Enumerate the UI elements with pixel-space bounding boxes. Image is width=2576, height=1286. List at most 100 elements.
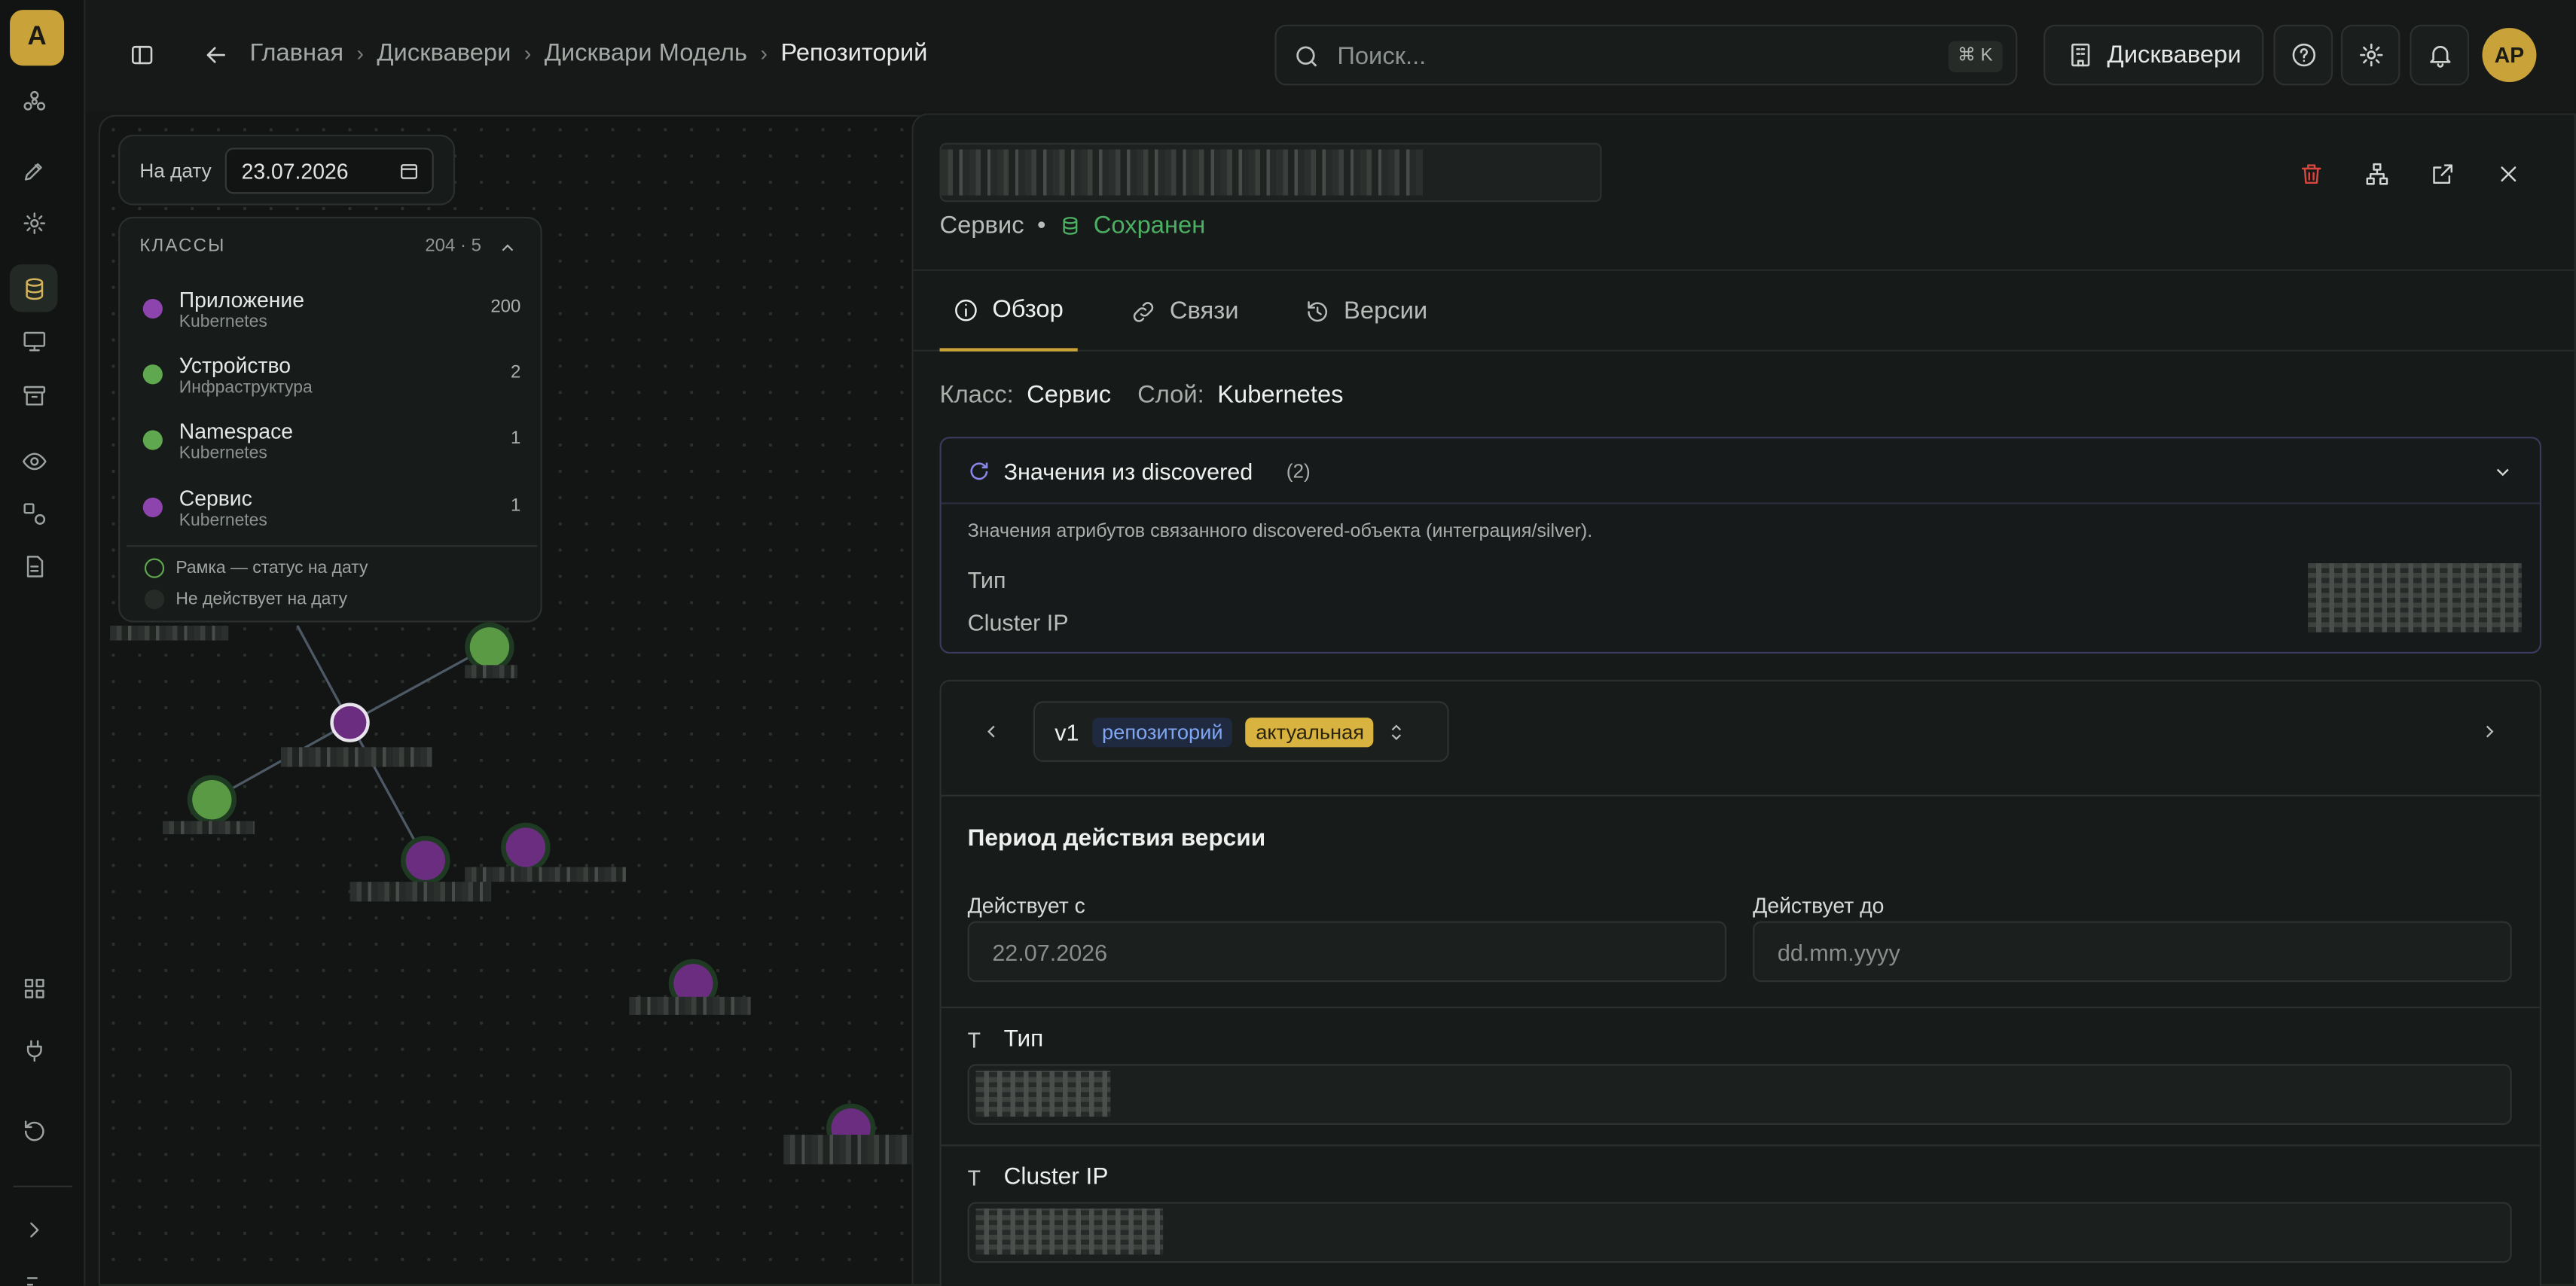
class-row[interactable]: Устройство Инфраструктура 2 [120,352,544,417]
class-row[interactable]: Сервис Kubernetes 1 [120,484,544,550]
tab-overview[interactable]: Обзор [939,271,1078,352]
chevron-right-icon[interactable] [2479,721,2500,742]
notifications-button[interactable] [2410,24,2470,86]
tabs: Обзор Связи Версии [913,269,2576,352]
chevron-up-icon[interactable] [498,238,517,258]
discovered-count: (2) [1286,459,1311,483]
shapes-icon[interactable] [10,489,57,537]
graph-node-device[interactable] [469,627,510,667]
layer-value: Kubernetes [1217,380,1344,410]
breadcrumb-discovery[interactable]: Дисквавери [377,39,511,67]
search-input[interactable]: Поиск... ⌘ K [1274,24,2018,86]
valid-to-placeholder: dd.mm.yyyy [1777,939,1900,966]
redacted-node-label [280,747,432,767]
document-icon[interactable] [10,542,57,590]
search-placeholder: Поиск... [1337,42,1427,71]
class-row[interactable]: Приложение Kubernetes 200 [120,285,544,351]
redacted-field-value [975,1071,1111,1117]
rail-divider [13,1185,72,1187]
class-row[interactable]: Namespace Kubernetes 1 [120,417,544,483]
user-settings-icon[interactable] [10,1258,57,1286]
grid-icon[interactable] [10,964,57,1011]
tab-versions[interactable]: Версии [1305,271,1427,352]
discovered-title: Значения из discovered [1003,458,1253,485]
sidebar-toggle-icon[interactable] [111,25,171,86]
detail-panel: Сервис • Сохранен Обзор Связи Версии Кла [911,113,2576,1286]
legend-status: Рамка — статус на дату [175,558,368,578]
calendar-icon[interactable] [399,161,419,181]
tab-overview-label: Обзор [992,295,1064,324]
database-icon[interactable] [10,264,58,312]
valid-to-label: Действует до [1753,893,1885,919]
chevron-left-icon[interactable] [981,721,1002,742]
workspace-button[interactable]: Дисквавери [2043,24,2264,86]
date-filter-value: 23.07.2026 [241,159,349,184]
gear-icon[interactable] [10,199,57,246]
class-layer-line: Класс: Сервис Слой: Kubernetes [940,381,1344,409]
hierarchy-button[interactable] [2359,156,2395,192]
version-card: v1 репозиторий актуальная Период действи… [939,679,2542,1286]
chevron-right-icon[interactable] [10,1205,57,1253]
pen-tool-icon[interactable] [10,146,57,194]
valid-to-field[interactable]: dd.mm.yyyy [1753,921,2512,983]
redacted-node-label [629,996,751,1015]
date-filter-label: На дату [139,159,212,183]
breadcrumb-discovery-model[interactable]: Дисквари Модель [545,39,747,67]
class-count: 1 [511,428,521,449]
redacted-title [941,149,1423,196]
class-count: 2 [511,363,521,383]
gear-icon [2358,43,2382,67]
plug-icon[interactable] [10,1026,57,1074]
breadcrumb-separator-icon: › [356,41,364,66]
presentation-icon[interactable] [10,317,57,364]
close-button[interactable] [2490,156,2526,192]
discovered-description: Значения атрибутов связанного discovered… [967,522,1593,542]
graph-node-namespace[interactable] [192,779,232,820]
redacted-node-label [110,625,229,641]
class-color-dot [142,497,163,518]
history-icon[interactable] [10,1107,57,1154]
back-arrow-icon[interactable] [188,25,243,86]
layer-label: Слой: [1137,380,1204,410]
search-shortcut: ⌘ K [1947,41,2003,72]
graph-node-application[interactable] [405,840,446,881]
eye-icon[interactable] [10,437,57,484]
valid-from-field[interactable]: 22.07.2026 [967,921,1727,983]
settings-button[interactable] [2340,24,2401,86]
redacted-node-label [349,882,492,902]
help-button[interactable] [2273,24,2333,86]
search-icon [1296,46,1317,67]
object-class: Сервис [939,212,1024,240]
hierarchy-icon [2366,163,2388,185]
app-logo[interactable]: A [10,10,65,66]
breadcrumb-home[interactable]: Главная [250,39,344,67]
tab-links[interactable]: Связи [1131,271,1239,352]
class-color-dot [142,298,163,319]
class-layer: Kubernetes [179,312,267,332]
field-type-input[interactable] [967,1064,2512,1125]
classes-legend: КЛАССЫ 204 · 5 Приложение Kubernetes 200… [118,216,544,623]
graph-icon[interactable] [10,78,57,125]
avatar[interactable]: AP [2482,28,2537,83]
delete-button[interactable] [2294,156,2330,192]
classes-count: 204 · 5 [425,236,482,257]
status-ring-icon [144,558,165,578]
field-cluster-ip-input[interactable] [967,1202,2512,1263]
refresh-icon [970,462,988,480]
status-badge: Сохранен [1093,212,1206,240]
field-type-label: Тип [1003,1026,1044,1053]
close-icon [2501,166,2516,182]
archive-icon[interactable] [10,371,57,419]
graph-node-service-selected[interactable] [330,702,370,742]
info-icon [955,298,977,321]
date-filter-input[interactable]: 23.07.2026 [224,148,434,194]
breadcrumb-separator-icon: › [760,41,768,66]
discovered-header[interactable]: Значения из discovered (2) [941,438,2540,504]
graph-node-application[interactable] [505,827,546,867]
version-select[interactable]: v1 репозиторий актуальная [1033,701,1449,762]
trash-icon [2301,164,2321,184]
class-color-dot [142,364,163,385]
open-external-button[interactable] [2425,156,2461,192]
object-title-field[interactable] [939,142,1602,203]
help-icon [2291,43,2315,67]
